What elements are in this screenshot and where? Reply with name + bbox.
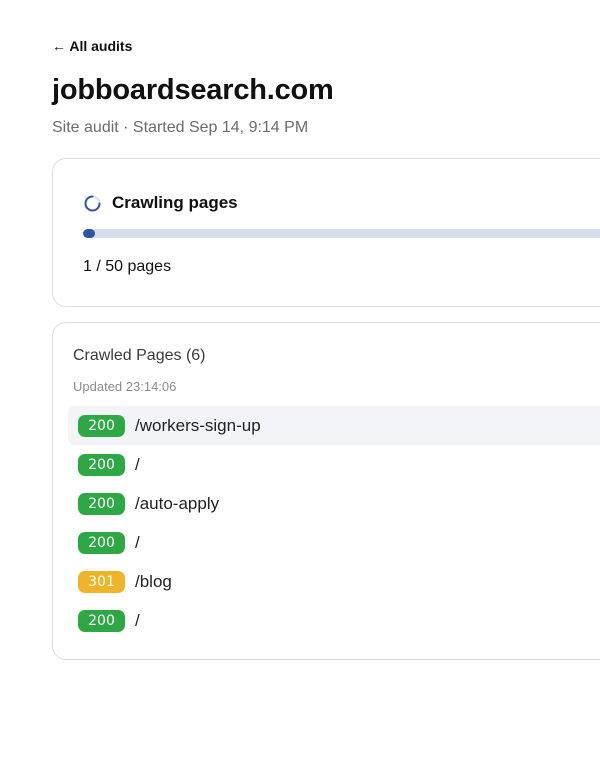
page-title: jobboardsearch.com <box>52 74 334 106</box>
crawled-pages-list: 200/workers-sign-up 200/200/auto-apply 200… <box>68 406 600 640</box>
crawl-progress-bar <box>83 229 600 238</box>
crawled-page-row[interactable]: 200 / <box>68 523 600 562</box>
crawl-progress-card: Crawling pages 1 / 50 pages <box>52 158 600 307</box>
crawled-pages-card: Crawled Pages (6) Updated 23:14:06 200/w… <box>52 322 600 660</box>
crawled-page-row[interactable]: 200 / <box>68 445 600 484</box>
crawled-pages-heading: Crawled Pages (6) <box>73 347 206 364</box>
status-badge: 301 <box>78 570 125 593</box>
page-path: /blog <box>135 571 172 591</box>
page-subtitle: Site audit · Started Sep 14, 9:14 PM <box>52 119 309 136</box>
crawled-page-row[interactable]: 200 / <box>68 601 600 640</box>
page-path: /workers-sign-up <box>135 415 261 435</box>
crawled-page-row[interactable]: 200/auto-apply <box>68 484 600 523</box>
crawl-status-header: Crawling pages <box>83 193 238 213</box>
page-path: / <box>135 454 140 474</box>
crawled-page-row[interactable]: 301/blog <box>68 562 600 601</box>
page-path: / <box>135 532 140 552</box>
page-path: / <box>135 610 140 630</box>
status-badge: 200 <box>78 414 125 437</box>
status-badge: 200 <box>78 531 125 554</box>
crawled-page-row[interactable]: 200/workers-sign-up <box>68 406 600 445</box>
crawl-status-label: Crawling pages <box>112 193 238 212</box>
status-badge: 200 <box>78 492 125 515</box>
audit-page: ← All audits jobboardsearch.com Site aud… <box>0 0 600 772</box>
status-badge: 200 <box>78 609 125 632</box>
crawl-page-count: 1 / 50 pages <box>83 258 172 275</box>
last-updated-time: Updated 23:14:06 <box>73 379 177 394</box>
status-badge: 200 <box>78 453 125 476</box>
crawl-progress-fill <box>83 229 95 238</box>
spinner-icon <box>83 194 102 213</box>
page-path: /auto-apply <box>135 493 220 513</box>
back-to-audits-link[interactable]: ← All audits <box>52 38 132 54</box>
